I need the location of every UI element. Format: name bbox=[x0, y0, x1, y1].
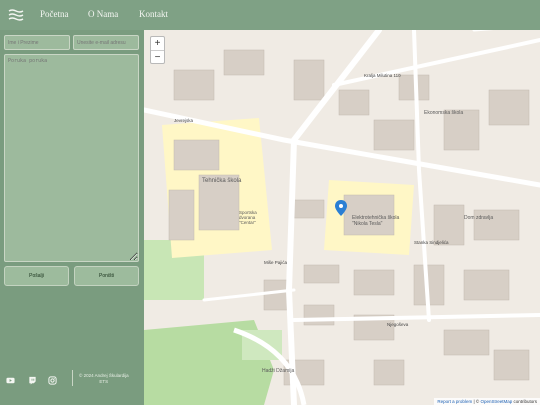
label-sportska: Sportska dvorana "Centar" bbox=[239, 210, 257, 225]
zoom-out-button[interactable]: − bbox=[151, 51, 164, 64]
nav-about[interactable]: O Nama bbox=[88, 9, 118, 19]
footer-divider bbox=[72, 370, 73, 386]
send-button[interactable]: Pošalji bbox=[4, 266, 69, 286]
label-skola: Ekonomska škola bbox=[424, 110, 464, 116]
top-navbar: Početna O Nama Kontakt bbox=[0, 0, 540, 30]
attribution-tail: contributors bbox=[512, 399, 537, 404]
zoom-control: + − bbox=[150, 36, 165, 64]
label-elektro: Elektrotehnička škola "Nikola Tesla" bbox=[352, 215, 400, 227]
zoom-in-button[interactable]: + bbox=[151, 37, 164, 51]
map-attribution: Report a problem | © OpenStreetMap contr… bbox=[434, 398, 540, 405]
road-mise: Miše Pajića bbox=[264, 260, 288, 265]
osm-link[interactable]: OpenStreetMap bbox=[480, 399, 512, 404]
footer-copyright: © 2024 Andrej Škulardija ETS bbox=[79, 373, 129, 385]
instagram-icon[interactable] bbox=[48, 376, 57, 385]
footer-line2: ETS bbox=[99, 379, 109, 384]
twitch-icon[interactable] bbox=[28, 376, 37, 385]
nav-contact[interactable]: Kontakt bbox=[139, 9, 168, 19]
road-kralja: Kralja Milutina 110 bbox=[364, 73, 401, 78]
report-problem-link[interactable]: Report a problem bbox=[437, 399, 472, 404]
youtube-icon[interactable] bbox=[6, 376, 15, 385]
name-field[interactable] bbox=[4, 35, 70, 50]
reset-button[interactable]: Poništi bbox=[74, 266, 139, 286]
road-jevrejska: Jevrejska bbox=[174, 118, 194, 123]
contact-sidebar: Pošalji Poništi © 2024 Andrej Škulardija… bbox=[0, 30, 144, 405]
label-zdravlje: Dom zdravlja bbox=[464, 215, 494, 221]
label-dzamija: Hadži Džamija bbox=[262, 368, 295, 374]
road-njegoseva: Njegoševa bbox=[387, 322, 409, 327]
menu-logo-icon[interactable] bbox=[8, 8, 24, 22]
osm-map[interactable]: Tehnička škola Elektrotehnička škola "Ni… bbox=[144, 30, 540, 405]
nav-home[interactable]: Početna bbox=[40, 9, 69, 19]
road-sindjelic: Stanka Sindjelića bbox=[414, 240, 449, 245]
label-tehnicka: Tehnička škola bbox=[202, 178, 242, 184]
email-field[interactable] bbox=[73, 35, 139, 50]
message-textarea[interactable] bbox=[4, 54, 139, 262]
